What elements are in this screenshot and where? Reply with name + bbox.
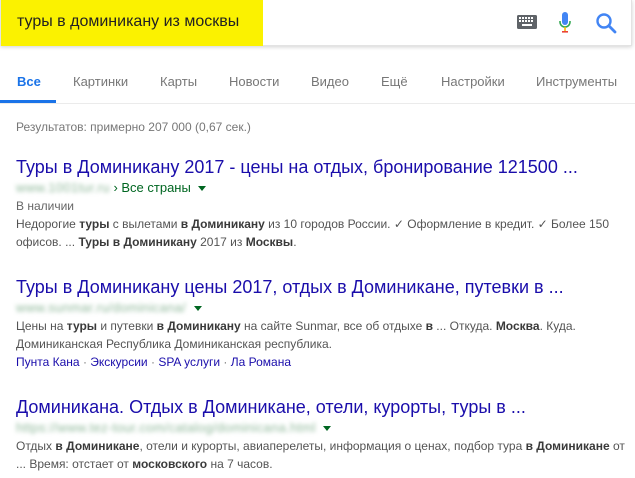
sitelink[interactable]: Экскурсии bbox=[90, 355, 147, 369]
keyboard-icon[interactable] bbox=[517, 15, 537, 29]
result-sitelinks: Пунта Кана · Экскурсии · SPA услуги · Ла… bbox=[16, 355, 292, 369]
search-result: Туры в Доминикану цены 2017, отдых в Дом… bbox=[16, 276, 626, 371]
result-snippet: Цены на туры и путевки в Доминикану на с… bbox=[16, 317, 626, 353]
snippet-keyword: туры bbox=[79, 217, 110, 231]
snippet-keyword: Туры в Доминикану bbox=[78, 235, 197, 249]
snippet-text: с вылетами bbox=[109, 217, 181, 231]
snippet-text: и путевки bbox=[97, 319, 157, 333]
tab-more[interactable]: Ещё bbox=[381, 74, 408, 89]
result-title-link[interactable]: Туры в Доминикану 2017 - цены на отдых, … bbox=[16, 156, 626, 178]
tab-images[interactable]: Картинки bbox=[73, 74, 128, 89]
chevron-down-icon[interactable] bbox=[323, 426, 332, 432]
snippet-text: , отели и курорты, авиаперелеты, информа… bbox=[139, 439, 526, 453]
snippet-text: 2017 из bbox=[196, 235, 246, 249]
snippet-text: на сайте Sunmar, все об отдыхе bbox=[240, 319, 426, 333]
mic-icon[interactable] bbox=[558, 11, 572, 35]
tab-tools[interactable]: Инструменты bbox=[536, 74, 617, 89]
result-breadcrumb: › Все страны bbox=[113, 180, 191, 195]
snippet-keyword: в Доминикане bbox=[55, 439, 140, 453]
snippet-keyword: в Доминикану bbox=[156, 319, 241, 333]
snippet-keyword: Москва bbox=[495, 319, 540, 333]
result-snippet: Недорогие туры с вылетами в Доминикану и… bbox=[16, 215, 626, 251]
snippet-text: Отдых bbox=[16, 439, 56, 453]
snippet-text: на 7 часов. bbox=[207, 457, 273, 471]
result-title-link[interactable]: Туры в Доминикану цены 2017, отдых в Дом… bbox=[16, 276, 626, 298]
sitelink[interactable]: Пунта Кана bbox=[16, 355, 80, 369]
chevron-down-icon[interactable] bbox=[193, 306, 202, 312]
search-icon[interactable] bbox=[595, 12, 617, 34]
search-tabs: Все Картинки Карты Новости Видео Ещё Нас… bbox=[0, 46, 635, 104]
result-url[interactable]: https://www.tez-tour.com/catalog/dominic… bbox=[16, 419, 626, 437]
result-url[interactable]: www.1001tur.ru › Все страны bbox=[16, 179, 626, 197]
tab-maps[interactable]: Карты bbox=[160, 74, 197, 89]
chevron-down-icon[interactable] bbox=[198, 186, 207, 192]
result-stats: Результатов: примерно 207 000 (0,67 сек.… bbox=[16, 120, 251, 134]
tab-video[interactable]: Видео bbox=[311, 74, 349, 89]
snippet-text: Недорогие bbox=[16, 217, 80, 231]
snippet-text: Цены на bbox=[16, 319, 67, 333]
snippet-keyword: московского bbox=[132, 457, 208, 471]
result-url-blurred: https://www.tez-tour.com/catalog/dominic… bbox=[16, 420, 316, 435]
result-snippet: Отдых в Доминикане, отели и курорты, ави… bbox=[16, 437, 626, 473]
snippet-text: ... Откуда. bbox=[432, 319, 496, 333]
active-tab-indicator bbox=[0, 100, 56, 103]
snippet-keyword: в Доминикане bbox=[525, 439, 610, 453]
sitelink[interactable]: Ла Романа bbox=[231, 355, 291, 369]
snippet-keyword: в Доминикану bbox=[180, 217, 265, 231]
search-bar: туры в доминикану из москвы bbox=[0, 0, 632, 46]
result-title-link[interactable]: Доминикана. Отдых в Доминикане, отели, к… bbox=[16, 396, 626, 418]
result-availability: В наличии bbox=[16, 199, 75, 213]
search-result: Доминикана. Отдых в Доминикане, отели, к… bbox=[16, 396, 626, 473]
result-url-blurred: www.sunmar.ru/dominicana/ bbox=[16, 300, 187, 315]
sitelink[interactable]: SPA услуги bbox=[158, 355, 220, 369]
snippet-keyword: туры bbox=[66, 319, 98, 333]
snippet-keyword: Москвы bbox=[245, 235, 294, 249]
tab-settings[interactable]: Настройки bbox=[441, 74, 505, 89]
tab-all[interactable]: Все bbox=[17, 74, 41, 89]
result-url-blurred: www.1001tur.ru bbox=[16, 180, 110, 195]
snippet-keyword: в bbox=[425, 319, 433, 333]
search-input[interactable]: туры в доминикану из москвы bbox=[17, 13, 239, 31]
search-result: Туры в Доминикану 2017 - цены на отдых, … bbox=[16, 156, 626, 251]
result-url[interactable]: www.sunmar.ru/dominicana/ bbox=[16, 299, 626, 317]
tab-news[interactable]: Новости bbox=[229, 74, 279, 89]
snippet-text: . bbox=[293, 235, 297, 249]
